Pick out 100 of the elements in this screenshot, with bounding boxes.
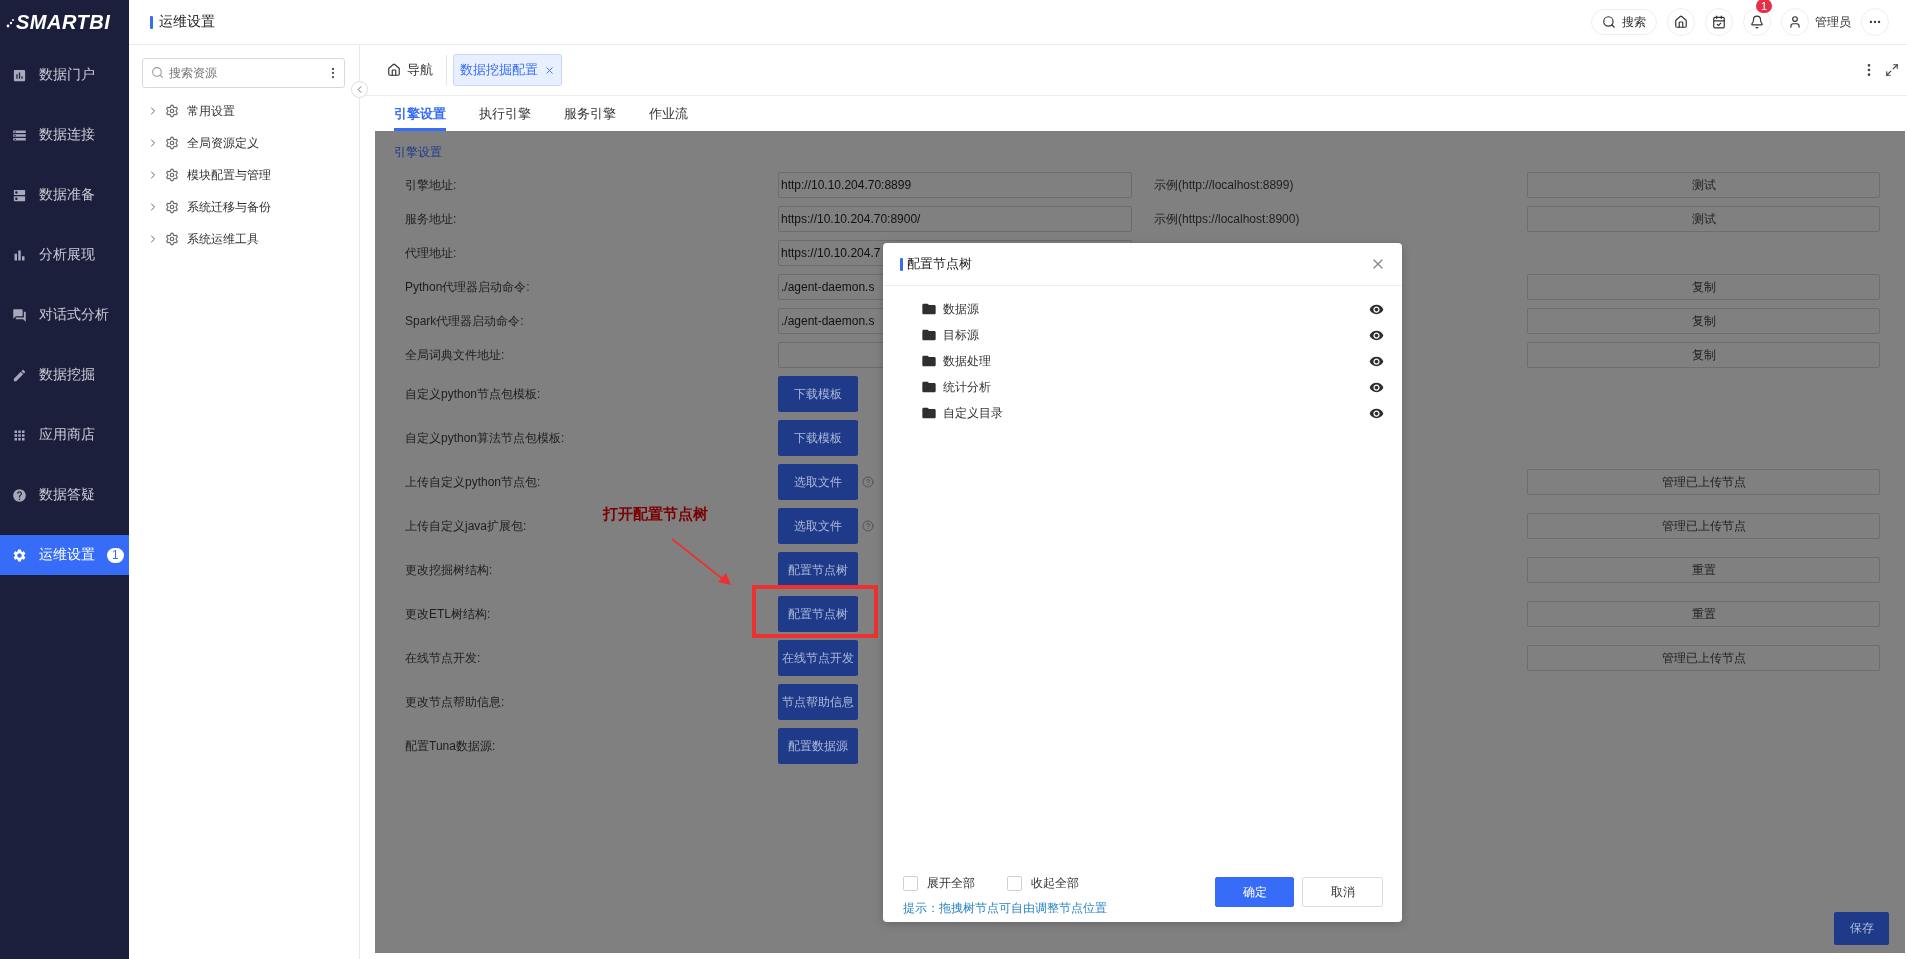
field-label: 自定义python节点包模板: — [405, 385, 542, 403]
action-button[interactable]: 选取文件 — [778, 508, 858, 544]
logo-text: SMARTBI — [16, 11, 111, 34]
tree-item[interactable]: 全局资源定义 — [142, 127, 345, 159]
notification-badge: 1 — [1756, 0, 1773, 13]
help-icon — [12, 487, 27, 503]
field-label: 配置Tuna数据源: — [405, 737, 497, 755]
field-label: 引擎地址: — [405, 176, 458, 194]
action-button[interactable]: 选取文件 — [778, 464, 858, 500]
example-text: 示例(http://localhost:8899) — [1154, 176, 1295, 194]
checkbox[interactable] — [903, 876, 918, 891]
sub-tab[interactable]: 作业流 — [649, 96, 688, 131]
secondary-button[interactable]: 管理已上传节点 — [1527, 645, 1880, 671]
secondary-button[interactable]: 复制 — [1527, 274, 1880, 300]
gear-icon — [165, 136, 179, 150]
section-title: 引擎设置 — [394, 144, 442, 161]
search-button[interactable]: 搜索 — [1591, 9, 1657, 35]
checkbox-option[interactable]: 展开全部 — [903, 875, 975, 892]
search-icon — [151, 66, 164, 79]
tree-item[interactable]: 模块配置与管理 — [142, 159, 345, 191]
pencil-icon — [12, 367, 27, 383]
tree-node[interactable]: 统计分析 — [921, 374, 1384, 400]
secondary-button[interactable]: 重置 — [1527, 601, 1880, 627]
action-button[interactable]: 下载模板 — [778, 376, 858, 412]
nav-item[interactable]: 对话式分析 — [0, 295, 129, 335]
tree-item[interactable]: 系统运维工具 — [142, 223, 345, 255]
secondary-button[interactable]: 重置 — [1527, 557, 1880, 583]
home-button[interactable] — [1667, 8, 1695, 36]
secondary-button[interactable]: 测试 — [1527, 206, 1880, 232]
secondary-button[interactable]: 管理已上传节点 — [1527, 513, 1880, 539]
input-field[interactable]: http://10.10.204.70:8899 — [778, 172, 1132, 198]
search-field[interactable]: 搜索资源 — [142, 58, 345, 88]
gear-icon — [165, 232, 179, 246]
nav-item[interactable]: 分析展现 — [0, 235, 129, 275]
annotation-arrow — [671, 538, 731, 585]
tree-node[interactable]: 目标源 — [921, 322, 1384, 348]
page-tab[interactable]: 数据挖掘配置 — [453, 54, 562, 86]
tree-item[interactable]: 系统迁移与备份 — [142, 191, 345, 223]
action-button[interactable]: 下载模板 — [778, 420, 858, 456]
input-field[interactable]: https://10.10.204.70:8900/ — [778, 206, 1132, 232]
action-button[interactable]: 配置数据源 — [778, 728, 858, 764]
sub-tab[interactable]: 服务引擎 — [564, 96, 616, 131]
action-button[interactable]: 配置节点树 — [778, 552, 858, 588]
folder-icon — [921, 301, 937, 317]
tree-item[interactable]: 常用设置 — [142, 95, 345, 127]
bell-button[interactable] — [1743, 8, 1771, 36]
user-button[interactable] — [1781, 8, 1809, 36]
action-button[interactable]: 在线节点开发 — [778, 640, 858, 676]
secondary-button[interactable]: 复制 — [1527, 342, 1880, 368]
field-label: 上传自定义java扩展包: — [405, 517, 528, 535]
tree-node[interactable]: 数据处理 — [921, 348, 1384, 374]
user-name[interactable]: 管理员 — [1815, 13, 1851, 31]
nav-item[interactable]: 数据挖掘 — [0, 355, 129, 395]
page-tab[interactable]: 导航 — [380, 54, 440, 86]
dialog-button[interactable]: 取消 — [1302, 877, 1383, 907]
field-label: 更改挖掘树结构: — [405, 561, 494, 579]
folder-icon — [921, 327, 937, 343]
house-icon — [1674, 15, 1688, 29]
nav-item[interactable]: 应用商店 — [0, 415, 129, 455]
logo-dots-icon — [6, 17, 14, 28]
field-label: 全局词典文件地址: — [405, 346, 506, 364]
field-label: 更改ETL树结构: — [405, 605, 492, 623]
dialog-button[interactable]: 确定 — [1215, 877, 1294, 907]
tree-node[interactable]: 自定义目录 — [921, 400, 1384, 426]
action-button[interactable]: 配置节点树 — [778, 596, 858, 632]
annotation-text: 打开配置节点树 — [603, 505, 708, 524]
expand-icon[interactable] — [1885, 63, 1899, 77]
nav-item[interactable]: 数据连接 — [0, 115, 129, 155]
field-label: 代理地址: — [405, 244, 458, 262]
gear-icon — [165, 104, 179, 118]
calendar-check-button[interactable] — [1705, 8, 1733, 36]
dialog-title: 配置节点树 — [907, 255, 973, 273]
folder-icon — [921, 379, 937, 395]
save-button[interactable]: 保存 — [1834, 912, 1889, 945]
field-label: 更改节点帮助信息: — [405, 693, 506, 711]
secondary-button[interactable]: 复制 — [1527, 308, 1880, 334]
chat-icon — [12, 307, 27, 323]
page-title: 运维设置 — [159, 13, 215, 31]
nav-item[interactable]: 运维设置 1 — [0, 535, 129, 575]
sub-tab[interactable]: 执行引擎 — [479, 96, 531, 131]
secondary-button[interactable]: 管理已上传节点 — [1527, 469, 1880, 495]
bell-icon — [1750, 15, 1764, 29]
field-label: 自定义python算法节点包模板: — [405, 429, 566, 447]
server-icon — [12, 187, 27, 203]
secondary-button[interactable]: 测试 — [1527, 172, 1880, 198]
home-icon — [387, 63, 401, 77]
nav-item[interactable]: 数据答疑 — [0, 475, 129, 515]
chart-board-icon — [12, 67, 27, 83]
tree-node[interactable]: 数据源 — [921, 296, 1384, 322]
checkbox[interactable] — [1007, 876, 1022, 891]
search-icon — [1602, 15, 1616, 29]
nav-item[interactable]: 数据准备 — [0, 175, 129, 215]
example-text: 示例(https://localhost:8900) — [1154, 210, 1301, 228]
nav-item[interactable]: 数据门户 — [0, 55, 129, 95]
action-button[interactable]: 节点帮助信息 — [778, 684, 858, 720]
user-icon — [1788, 15, 1802, 29]
hint-text: 提示：拖拽树节点可自由调整节点位置 — [903, 900, 1107, 917]
close-icon[interactable] — [544, 64, 555, 76]
checkbox-option[interactable]: 收起全部 — [1007, 875, 1079, 892]
field-label: 上传自定义python节点包: — [405, 473, 542, 491]
